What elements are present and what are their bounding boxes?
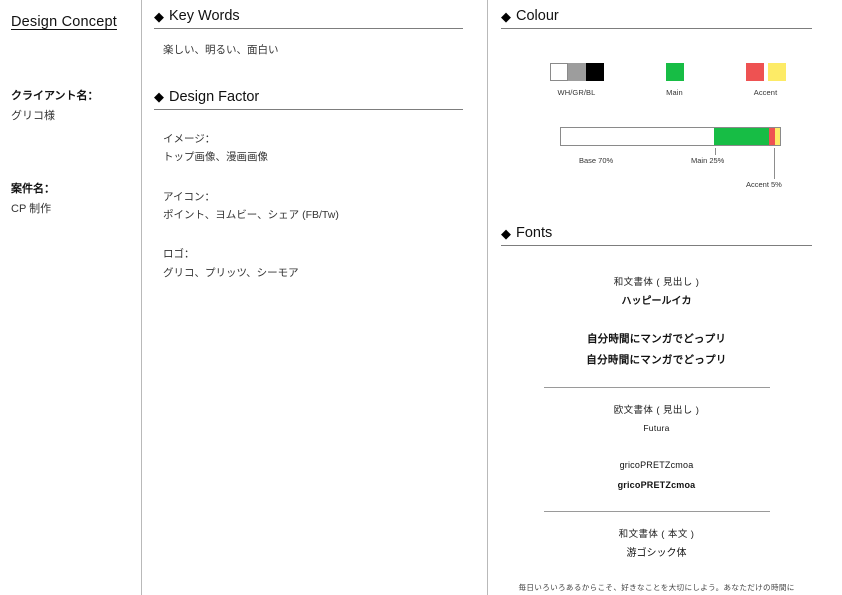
- font-spec-japanese-body: 和文書体 ( 本文 ) 游ゴシック体: [501, 526, 812, 563]
- font-sample-block-japanese-heading: 自分時間にマンガでどっプリ 自分時間にマンガでどっプリ: [501, 329, 812, 371]
- content-column: ◆ Key Words 楽しい、明るい、面白い ◆ Design Factor …: [141, 0, 487, 595]
- proportion-segment-main: [714, 128, 770, 145]
- proportion-segment-base: [561, 128, 715, 145]
- section-header-design-factor: ◆ Design Factor: [154, 89, 463, 110]
- font-sample-block-latin: gricoPRETZcmoa gricoPRETZcmoa: [501, 456, 812, 496]
- font-sample-bold: gricoPRETZcmoa: [617, 479, 696, 490]
- page-title: Design Concept: [11, 14, 117, 30]
- factor-label: ロゴ：: [163, 248, 195, 261]
- design-factor-item: ロゴ： グリコ、プリッツ、シーモア: [154, 245, 463, 282]
- font-sample-bold: 自分時間にマンガでどっプリ: [586, 354, 727, 367]
- chip-set: [665, 63, 684, 81]
- design-factor-item: アイコン： ポイント、ヨムビー、シェア (FB/Tw): [154, 188, 463, 225]
- colour-chip-black: [585, 63, 604, 81]
- swatch-group-main: Main: [665, 63, 684, 97]
- client-value: グリコ様: [11, 109, 55, 122]
- swatch-label: Accent: [753, 88, 778, 97]
- font-spec-name: ハッピールイカ: [621, 296, 692, 308]
- factor-label: アイコン：: [163, 190, 215, 203]
- font-sample-body-paragraph: 毎日いろいろあるからこそ、好きなことを大切にしよう。あなただけの時間にのめりこも…: [518, 582, 795, 592]
- font-spec-name: Futura: [643, 423, 670, 434]
- section-title-colour: Colour: [516, 8, 559, 24]
- swatch-group-neutrals: WH/GR/BL: [549, 63, 604, 97]
- client-label: クライアント名：: [11, 90, 99, 102]
- colour-chip-main-green: [665, 63, 684, 81]
- proportion-label-accent: Accent 5%: [746, 180, 782, 189]
- font-sample: 自分時間にマンガでどっプリ: [586, 333, 727, 346]
- diamond-bullet-icon: ◆: [501, 225, 511, 241]
- proportion-segment-accent-yellow: [774, 128, 780, 145]
- section-header-key-words: ◆ Key Words: [154, 8, 463, 29]
- font-sample: gricoPRETZcmoa: [619, 459, 694, 470]
- factor-value: トップ画像、漫画画像: [163, 151, 268, 164]
- colour-proportion-chart: Base 70% Main 25% Accent 5%: [501, 127, 812, 189]
- colour-chip-gray: [567, 63, 586, 81]
- factor-value: ポイント、ヨムビー、シェア (FB/Tw): [163, 208, 339, 221]
- chip-set: [549, 63, 604, 81]
- colour-and-fonts-column: ◆ Colour WH/GR/BL Main Accent Base 70% M…: [487, 0, 842, 595]
- project-value: CP 制作: [11, 202, 52, 215]
- meta-column: Design Concept クライアント名： グリコ様 案件名： CP 制作: [0, 0, 141, 595]
- font-spec-name: 游ゴシック体: [626, 547, 687, 559]
- section-title-key-words: Key Words: [169, 8, 240, 24]
- factor-value: グリコ、プリッツ、シーモア: [163, 266, 299, 279]
- section-title-design-factor: Design Factor: [169, 88, 260, 105]
- design-factor-item: イメージ： トップ画像、漫画画像: [154, 130, 463, 167]
- key-words-text: 楽しい、明るい、面白い: [163, 44, 279, 56]
- font-spec-title: 和文書体 ( 本文 ): [618, 528, 695, 540]
- proportion-label-main: Main 25%: [691, 156, 725, 165]
- font-spec-latin-heading: 欧文書体 ( 見出し ) Futura: [501, 402, 812, 438]
- design-concept-sheet: Design Concept クライアント名： グリコ様 案件名： CP 制作 …: [0, 0, 842, 595]
- proportion-bar: [560, 127, 781, 146]
- colour-chip-accent-red: [745, 63, 764, 81]
- proportion-label-base: Base 70%: [579, 156, 614, 165]
- colour-swatch-row: WH/GR/BL Main Accent: [501, 63, 812, 97]
- section-title-fonts: Fonts: [516, 225, 553, 241]
- colour-chip-accent-yellow: [767, 63, 786, 81]
- swatch-label: WH/GR/BL: [557, 88, 596, 97]
- diamond-bullet-icon: ◆: [154, 8, 164, 24]
- swatch-label: Main: [666, 88, 683, 97]
- project-block: 案件名： CP 制作: [11, 181, 131, 218]
- chip-set: [745, 63, 786, 81]
- font-spec-title: 欧文書体 ( 見出し ): [613, 405, 700, 417]
- section-header-fonts: ◆ Fonts: [501, 225, 812, 246]
- tick-main: [715, 148, 716, 155]
- client-block: クライアント名： グリコ様: [11, 88, 131, 125]
- swatch-group-accent: Accent: [745, 63, 786, 97]
- factor-label: イメージ：: [163, 132, 216, 145]
- font-spec-title: 和文書体 ( 見出し ): [613, 277, 700, 288]
- diamond-bullet-icon: ◆: [154, 89, 164, 105]
- colour-chip-white: [549, 63, 568, 81]
- tick-accent: [774, 148, 775, 179]
- font-spec-japanese-heading: 和文書体 ( 見出し ) ハッピールイカ: [501, 274, 812, 311]
- section-header-colour: ◆ Colour: [501, 8, 812, 29]
- font-section-divider: [543, 387, 770, 389]
- font-section-divider: [543, 510, 770, 512]
- diamond-bullet-icon: ◆: [501, 8, 511, 24]
- project-label: 案件名：: [11, 183, 55, 196]
